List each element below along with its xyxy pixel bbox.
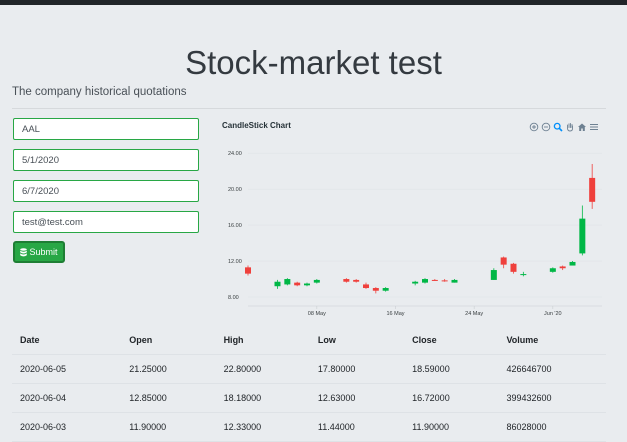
candle-body [304,283,310,286]
candle-body [589,177,596,202]
database-icon [20,247,28,256]
candlestick-chart: 24.00 20.00 16.00 12.00 8.00 08 May 16 May 24 M… [228,151,602,317]
top-bar [0,0,627,5]
candle-body [245,267,251,274]
candle-body [559,266,566,269]
candle-body [274,281,281,287]
header-close: Close [404,326,499,355]
candle-body [490,270,497,280]
table-row: 2020-06-03 11.90000 12.33000 11.44000 11… [12,412,606,442]
candle-body [569,261,576,266]
cell-volume: 399432600 [498,383,606,413]
candle-body [343,279,350,282]
page-subtitle: The company historical quotations [12,86,187,98]
menu-icon[interactable] [589,122,599,132]
home-icon[interactable] [577,122,587,132]
email-input[interactable] [13,211,199,233]
candle-body [294,282,301,286]
divider [12,108,606,109]
candle-body [382,288,389,291]
zoom-out-icon[interactable] [541,122,551,132]
cell-open: 12.85000 [121,383,216,413]
search-zoom-icon[interactable] [553,122,563,132]
x-tick-label: 16 May [386,311,404,317]
table-row: 2020-06-04 12.85000 18.18000 12.63000 16… [12,383,606,413]
candle-body [372,288,379,291]
y-tick-label: 12.00 [228,259,242,265]
cell-volume: 86028000 [498,412,606,442]
x-tick-label: Jun '20 [544,311,562,317]
candle-body [313,279,320,283]
header-volume: Volume [498,326,606,355]
symbol-input[interactable] [13,118,199,140]
quotations-table: Date Open High Low Close Volume 2020-06-… [12,326,606,442]
cell-high: 22.80000 [215,354,310,384]
candle-body [549,268,556,272]
header-low: Low [309,326,405,355]
cell-low: 17.80000 [309,354,405,384]
y-tick-label: 20.00 [228,187,242,193]
candle-body [353,279,360,282]
cell-low: 11.44000 [309,412,405,442]
y-tick-label: 16.00 [228,223,242,229]
cell-high: 12.33000 [215,412,310,442]
candle-body [422,279,428,283]
cell-close: 11.90000 [404,412,499,442]
cell-date: 2020-06-05 [12,354,122,384]
start-date-input[interactable] [13,149,199,171]
y-tick-label: 24.00 [228,151,242,157]
candle-body [520,274,527,276]
chart-toolbar [529,122,599,132]
table-row: 2020-06-05 21.25000 22.80000 17.80000 18… [12,354,606,384]
candle-body [431,279,438,281]
zoom-in-icon[interactable] [529,122,539,132]
x-tick-label: 24 May [465,311,483,317]
submit-button[interactable]: Submit [13,241,65,263]
cell-open: 21.25000 [121,354,216,384]
cell-open: 11.90000 [121,412,216,442]
x-tick-label: 08 May [308,311,326,317]
table-header-row: Date Open High Low Close Volume [12,326,606,355]
header-open: Open [121,326,216,355]
submit-label: Submit [29,247,58,257]
cell-close: 18.59000 [404,354,499,384]
candle-body [579,218,586,254]
chart-title: CandleStick Chart [222,121,291,130]
candle-body [441,280,448,282]
header-date: Date [12,326,122,355]
candle-body [284,279,291,285]
pan-hand-icon[interactable] [565,122,575,132]
cell-close: 16.72000 [404,383,499,413]
candle-body [500,257,507,265]
cell-low: 12.63000 [309,383,405,413]
cell-date: 2020-06-04 [12,383,122,413]
header-high: High [215,326,310,355]
page-title: Stock-market test [185,44,442,81]
candle-body [510,263,517,272]
candle-body [451,279,458,283]
end-date-input[interactable] [13,180,199,202]
cell-volume: 426646700 [498,354,606,384]
candle-body [412,281,419,284]
cell-date: 2020-06-03 [12,412,122,442]
candle-body [363,284,369,289]
y-tick-label: 8.00 [228,295,239,301]
cell-high: 18.18000 [215,383,310,413]
